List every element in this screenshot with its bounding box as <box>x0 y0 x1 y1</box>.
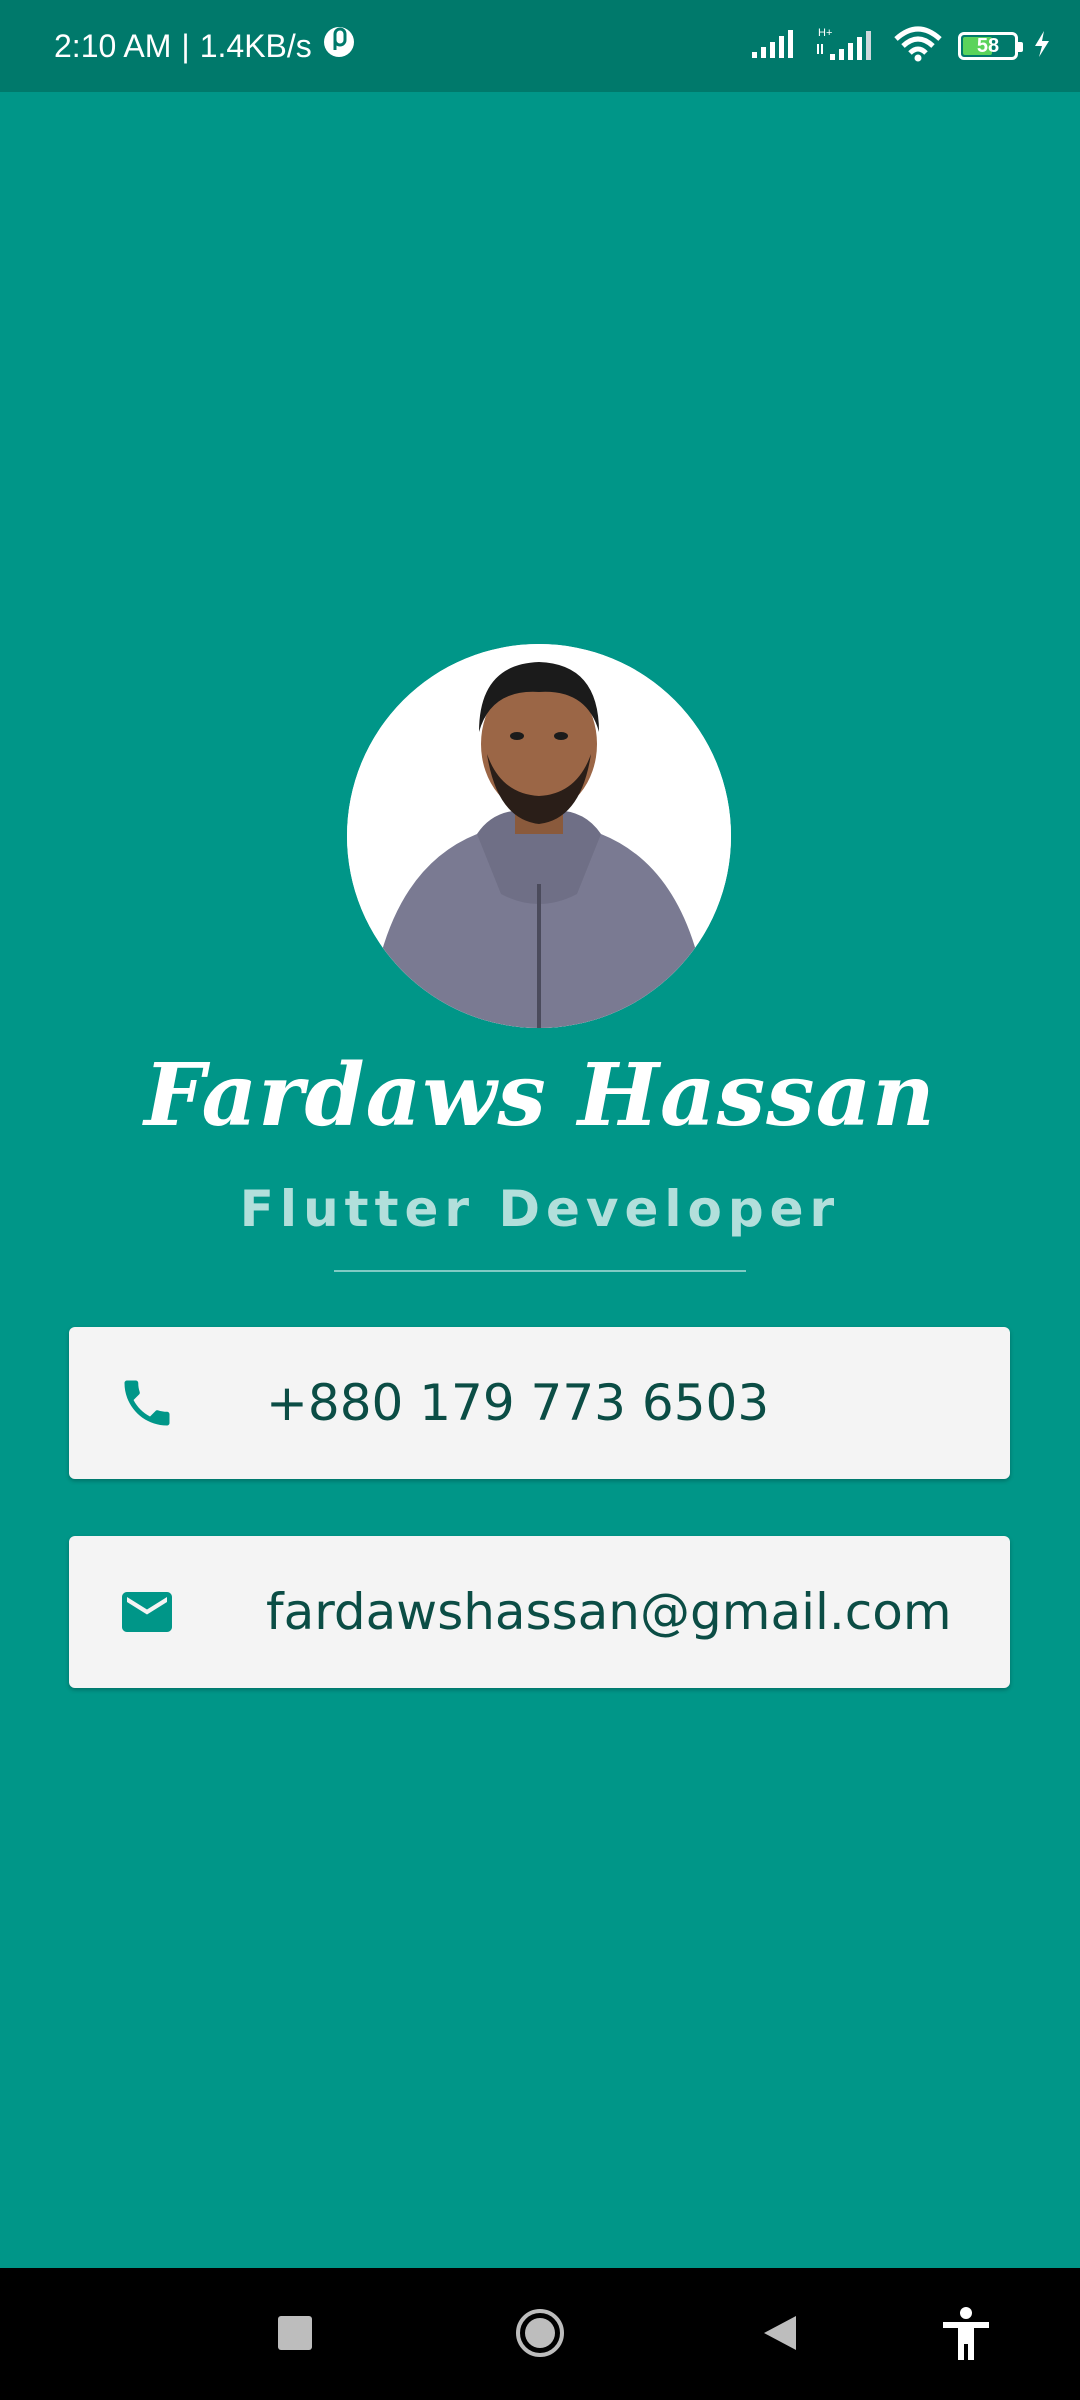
status-left: 2:10 AM | 1.4KB/s <box>54 0 356 92</box>
email-address: fardawshassan@gmail.com <box>266 1583 952 1641</box>
avatar-image <box>347 644 731 1028</box>
recent-apps-icon <box>278 2316 312 2350</box>
email-card[interactable]: fardawshassan@gmail.com <box>69 1536 1010 1688</box>
signal-icon <box>750 28 800 65</box>
status-time: 2:10 AM <box>54 27 172 64</box>
status-network-speed: 1.4KB/s <box>199 27 312 64</box>
back-button[interactable] <box>762 2314 798 2357</box>
email-icon <box>117 1582 177 1642</box>
profile-name: Fardaws Hassan <box>144 1045 936 1146</box>
phone-card[interactable]: +880 179 773 6503 <box>69 1327 1010 1479</box>
app-notification-icon <box>322 25 356 67</box>
navigation-bar <box>0 2268 1080 2400</box>
status-right: H+ 58 <box>750 0 1052 92</box>
battery-nub <box>1018 42 1023 52</box>
battery-level: 58 <box>976 34 1000 57</box>
home-button[interactable] <box>515 2308 565 2363</box>
signal-hplus-icon: H+ <box>814 26 878 67</box>
status-bar: 2:10 AM | 1.4KB/s H+ 58 <box>0 0 1080 92</box>
home-icon <box>516 2309 564 2357</box>
divider <box>334 1270 746 1272</box>
charging-icon <box>1032 29 1052 64</box>
wifi-icon <box>892 25 944 68</box>
accessibility-icon <box>943 2307 989 2360</box>
phone-icon <box>117 1373 177 1433</box>
svg-text:H+: H+ <box>818 27 832 39</box>
profile-title: Flutter Developer <box>239 1180 841 1238</box>
profile-avatar <box>347 644 731 1028</box>
phone-number: +880 179 773 6503 <box>266 1374 770 1432</box>
accessibility-button[interactable] <box>940 2306 992 2367</box>
status-separator: | <box>181 27 190 64</box>
battery-icon: 58 <box>958 32 1023 60</box>
back-icon <box>764 2316 796 2350</box>
recent-apps-button[interactable] <box>278 2316 312 2355</box>
